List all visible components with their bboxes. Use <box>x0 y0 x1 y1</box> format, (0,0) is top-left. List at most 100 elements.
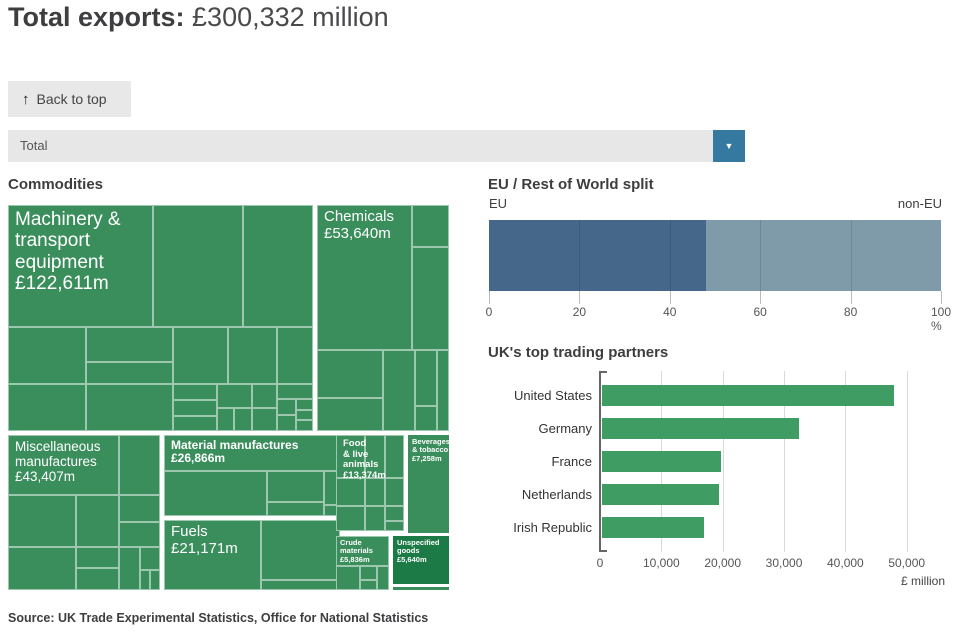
partner-category-label: Netherlands <box>488 487 592 502</box>
treemap-cell-label: Food & live animals £13,374m <box>336 435 379 486</box>
treemap-subcell <box>86 327 173 362</box>
eu-split-bar <box>489 220 941 291</box>
non-eu-label: non-EU <box>898 196 942 211</box>
treemap-cell-beverages[interactable]: Beverages & tobacco £7,258m <box>408 435 449 533</box>
partner-category-label: France <box>488 454 592 469</box>
dropdown-open-button[interactable]: ▼ <box>713 130 745 162</box>
treemap-cell-label: Material manufactures £26,866m <box>164 435 340 470</box>
treemap-subcell <box>437 350 449 431</box>
treemap-subcell <box>317 398 383 431</box>
x-axis-tick-label: 10,000 <box>643 556 680 570</box>
treemap-subcell <box>119 495 160 521</box>
treemap-subcell <box>8 327 86 384</box>
treemap-subcell <box>252 408 278 431</box>
treemap-cell-miscellaneous[interactable]: Miscellaneous manufactures £43,407m <box>8 435 160 590</box>
treemap-cell-food[interactable]: Food & live animals £13,374m <box>336 435 404 531</box>
treemap-subcell <box>173 327 228 384</box>
x-axis-tick <box>579 291 580 304</box>
gridline <box>907 371 908 552</box>
page-title-label: Total exports: <box>8 2 185 32</box>
treemap-subcell <box>228 327 277 384</box>
x-axis-unit-label: £ million <box>901 574 945 588</box>
treemap-subcell <box>415 350 437 407</box>
treemap-cell-unspecified[interactable]: Unspecified goods £5,640m <box>393 536 449 584</box>
treemap-subcell <box>277 399 296 415</box>
treemap-subcell <box>360 566 377 580</box>
x-axis-tick <box>760 291 761 304</box>
gridline <box>579 220 580 291</box>
treemap-cell-label: Beverages & tobacco £7,258m <box>408 435 449 466</box>
treemap-subcell <box>412 247 449 350</box>
treemap-subcell <box>385 478 404 506</box>
page-title-value: £300,332 million <box>192 2 389 32</box>
treemap-subcell <box>336 506 365 531</box>
x-axis-tick-label: 100 <box>931 305 951 319</box>
treemap-subcell <box>119 547 140 590</box>
treemap-subcell <box>76 547 119 569</box>
commodities-heading: Commodities <box>8 176 103 193</box>
treemap-subcell <box>277 327 313 384</box>
treemap-subcell <box>164 471 267 516</box>
partner-bar-irish-republic[interactable] <box>602 517 704 538</box>
partner-bar-france[interactable] <box>602 451 721 472</box>
partners-chart: United StatesGermanyFranceNetherlandsIri… <box>488 340 977 590</box>
treemap-cell-material[interactable]: Material manufactures £26,866m <box>164 435 340 516</box>
y-axis-line <box>599 371 607 373</box>
x-axis-tick-label: 30,000 <box>766 556 803 570</box>
non-eu-segment[interactable] <box>706 220 941 291</box>
treemap-subcell <box>173 416 217 431</box>
treemap-subcell <box>86 384 173 431</box>
treemap-subcell <box>234 408 251 431</box>
treemap-subcell <box>140 570 150 590</box>
treemap-cell-fuels[interactable]: Fuels £21,171m <box>164 520 340 590</box>
partner-bar-united-states[interactable] <box>602 385 894 406</box>
partner-category-label: Irish Republic <box>488 520 592 535</box>
treemap-subcell <box>296 420 313 431</box>
treemap-subcell <box>377 566 389 590</box>
commodity-dropdown[interactable]: Total ▼ <box>8 130 745 162</box>
source-text: Source: UK Trade Experimental Statistics… <box>8 611 428 625</box>
treemap-subcell <box>8 495 76 546</box>
chevron-down-icon: ▼ <box>725 141 734 151</box>
treemap-subcell <box>267 502 324 516</box>
treemap-cell-label: Chemicals £53,640m <box>317 205 426 247</box>
treemap-subcell <box>76 568 119 590</box>
treemap-subcell <box>383 350 415 431</box>
x-axis-tick <box>489 291 490 304</box>
partner-bar-germany[interactable] <box>602 418 799 439</box>
commodities-treemap: Machinery & transport equipment £122,611… <box>8 205 449 590</box>
eu-split-heading: EU / Rest of World split <box>488 176 654 193</box>
treemap-subcell <box>217 408 234 431</box>
treemap-subcell <box>217 384 251 408</box>
treemap-subcell <box>173 400 217 415</box>
x-axis-tick-label: 80 <box>844 305 857 319</box>
treemap-cell-label: Machinery & transport equipment £122,611… <box>8 205 167 298</box>
x-axis-tick-label: 40 <box>663 305 676 319</box>
treemap-subcell <box>140 547 160 570</box>
treemap-subcell <box>385 435 404 478</box>
treemap-cell-machinery[interactable]: Machinery & transport equipment £122,611… <box>8 205 313 431</box>
up-arrow-icon: ↑ <box>22 91 30 108</box>
y-axis-line <box>599 371 601 552</box>
dropdown-selected-value: Total <box>20 130 47 162</box>
treemap-cell-chemicals[interactable]: Chemicals £53,640m <box>317 205 449 431</box>
treemap-subcell <box>296 399 313 410</box>
x-axis-tick-label: 50,000 <box>888 556 925 570</box>
partner-bar-netherlands[interactable] <box>602 484 719 505</box>
treemap-cell-other-small[interactable] <box>393 587 449 590</box>
treemap-subcell <box>243 205 313 327</box>
eu-segment[interactable] <box>489 220 706 291</box>
back-to-top-button[interactable]: ↑ Back to top <box>8 81 131 117</box>
treemap-subcell <box>119 522 160 547</box>
y-axis-line <box>599 550 607 552</box>
back-to-top-label: Back to top <box>37 91 107 107</box>
eu-label: EU <box>489 196 507 211</box>
x-axis-tick-label: 0 <box>597 556 604 570</box>
treemap-subcell <box>317 350 383 399</box>
treemap-cell-label: Miscellaneous manufactures £43,407m <box>8 435 133 488</box>
treemap-subcell <box>86 362 173 383</box>
gridline <box>670 220 671 291</box>
treemap-subcell <box>173 384 217 401</box>
treemap-cell-crude[interactable]: Crude materials £5,836m <box>336 536 389 590</box>
x-axis-tick-label: 40,000 <box>827 556 864 570</box>
